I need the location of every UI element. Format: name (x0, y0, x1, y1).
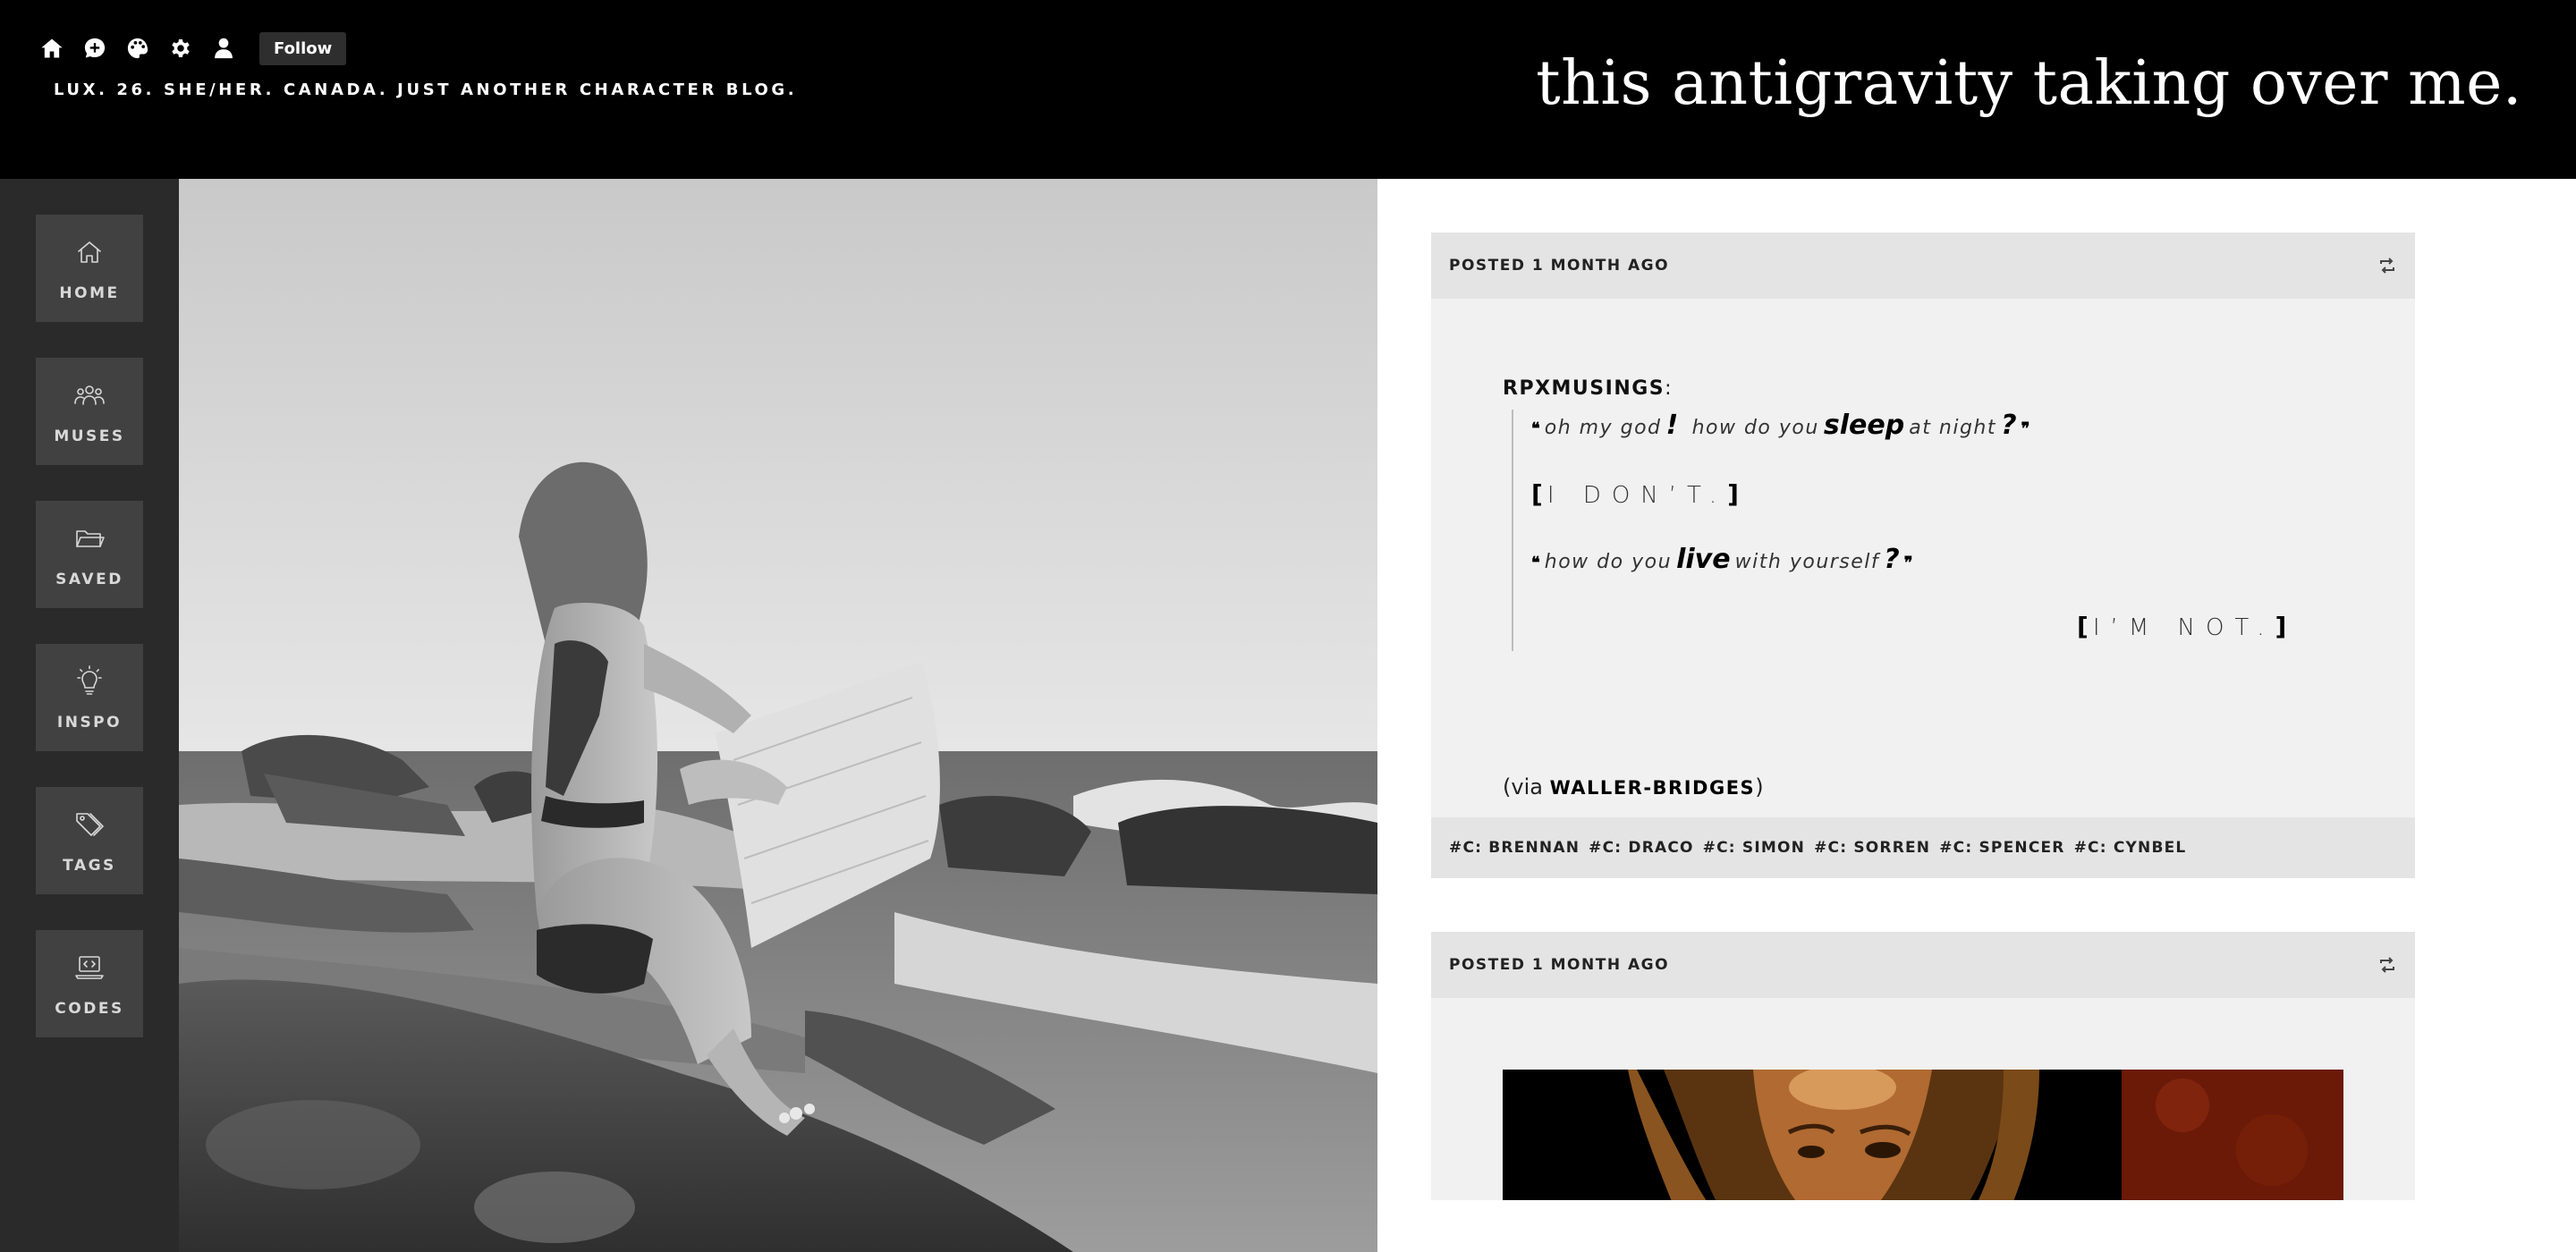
post-timestamp[interactable]: POSTED 1 MONTH AGO (1449, 956, 1669, 974)
top-toolbar: Follow (36, 31, 347, 65)
quote-text: how do you (1544, 551, 1673, 573)
sidebar-item-inspo[interactable]: INSPO (36, 644, 143, 751)
blog-title[interactable]: this antigravity taking over me. (1536, 48, 2522, 119)
quote-reply: I’M NOT. (2092, 614, 2275, 641)
sidebar-item-label: MUSES (54, 427, 125, 445)
quote-line: ❝ oh my god ! how do you sleep at night … (1531, 410, 2029, 441)
quote-emphasis: ? (1884, 544, 1900, 575)
quote-text: with yourself (1734, 551, 1880, 573)
via-prefix: (via (1503, 774, 1550, 799)
sidebar-item-tags[interactable]: TAGS (36, 787, 143, 894)
blog-description: LUX. 26. SHE/HER. CANADA. JUST ANOTHER C… (54, 80, 798, 99)
tag-link[interactable]: #C: CYNBEL (2074, 839, 2187, 857)
sidebar-item-label: SAVED (55, 571, 123, 588)
quote-emphasis: ? (2001, 410, 2017, 441)
sidebar-item-label: TAGS (63, 857, 116, 875)
quote-text: at night (1909, 417, 1996, 439)
tag-link[interactable]: #C: SPENCER (1939, 839, 2064, 857)
quote-text: how do you (1691, 417, 1819, 439)
tag-link[interactable]: #C: BRENNAN (1449, 839, 1580, 857)
sidebar-item-muses[interactable]: MUSES (36, 358, 143, 465)
reblog-colon: : (1665, 377, 1674, 400)
reblog-source: RPXMUSINGS: (1503, 377, 1673, 400)
user-icon[interactable] (208, 32, 240, 64)
quote-text: oh my god (1544, 417, 1662, 439)
lightbulb-icon (72, 664, 107, 703)
quote-line: ❝ how do you live with yourself ? ❞ (1531, 544, 1912, 575)
sidebar-nav: HOME MUSES SAVED INSPO TAGS CODES (0, 179, 179, 1252)
text-post: POSTED 1 MONTH AGO RPXMUSINGS: ❝ oh my g… (1431, 233, 2415, 878)
via-suffix: ) (1755, 774, 1764, 799)
tag-link[interactable]: #C: DRACO (1589, 839, 1694, 857)
reblog-icon[interactable] (2377, 955, 2397, 975)
sidebar-item-label: CODES (55, 1000, 124, 1018)
folder-icon (72, 520, 107, 560)
post-header: POSTED 1 MONTH AGO (1431, 233, 2415, 299)
blockquote: ❝ oh my god ! how do you sleep at night … (1512, 410, 2318, 651)
open-quote-mark: ❝ (1531, 554, 1540, 572)
quote-line: [ I’M NOT.] (2077, 612, 2286, 641)
quote-emphasis: live (1676, 544, 1731, 575)
close-quote-mark: ❞ (1903, 554, 1913, 572)
code-laptop-icon (72, 950, 107, 989)
post-photo[interactable] (1503, 1070, 2343, 1200)
quote-reply: I DON’T. (1546, 482, 1728, 509)
sidebar-item-label: INSPO (56, 714, 123, 732)
chat-icon[interactable] (79, 32, 111, 64)
post-body: RPXMUSINGS: ❝ oh my god ! how do you sle… (1431, 299, 2415, 817)
tag-link[interactable]: #C: SIMON (1703, 839, 1805, 857)
hero-photo (179, 179, 1377, 1252)
close-quote-mark: ❞ (2021, 419, 2030, 438)
post-tags: #C: BRENNAN #C: DRACO #C: SIMON #C: SORR… (1431, 817, 2415, 878)
photo-post: POSTED 1 MONTH AGO (1431, 932, 2415, 1200)
reblog-icon[interactable] (2377, 256, 2397, 275)
open-bracket: [ (1531, 479, 1543, 509)
open-quote-mark: ❝ (1531, 419, 1540, 438)
close-bracket: ] (2275, 612, 2287, 641)
post-body (1431, 998, 2415, 1200)
home-icon (72, 234, 107, 274)
group-icon (72, 377, 107, 417)
close-bracket: ] (1727, 479, 1739, 509)
gear-icon[interactable] (165, 32, 197, 64)
post-timestamp[interactable]: POSTED 1 MONTH AGO (1449, 257, 1669, 275)
via-credit: (via WALLER-BRIDGES) (1503, 774, 1764, 799)
post-header: POSTED 1 MONTH AGO (1431, 932, 2415, 998)
tag-icon (72, 807, 107, 846)
quote-line: [ I DON’T.] (1531, 479, 1739, 509)
open-bracket: [ (2077, 612, 2089, 641)
quote-emphasis: sleep (1823, 410, 1905, 441)
palette-icon[interactable] (122, 32, 154, 64)
sidebar-item-home[interactable]: HOME (36, 215, 143, 322)
sidebar-item-codes[interactable]: CODES (36, 930, 143, 1037)
quote-emphasis: ! (1665, 410, 1679, 441)
home-icon[interactable] (36, 32, 68, 64)
sidebar-item-label: HOME (59, 284, 120, 302)
follow-button[interactable]: Follow (259, 31, 347, 65)
sidebar-item-saved[interactable]: SAVED (36, 501, 143, 608)
via-source-link[interactable]: WALLER-BRIDGES (1550, 777, 1756, 799)
reblog-source-link[interactable]: RPXMUSINGS (1503, 377, 1665, 400)
blog-header: Follow LUX. 26. SHE/HER. CANADA. JUST AN… (0, 0, 2576, 179)
tag-link[interactable]: #C: SORREN (1814, 839, 1930, 857)
